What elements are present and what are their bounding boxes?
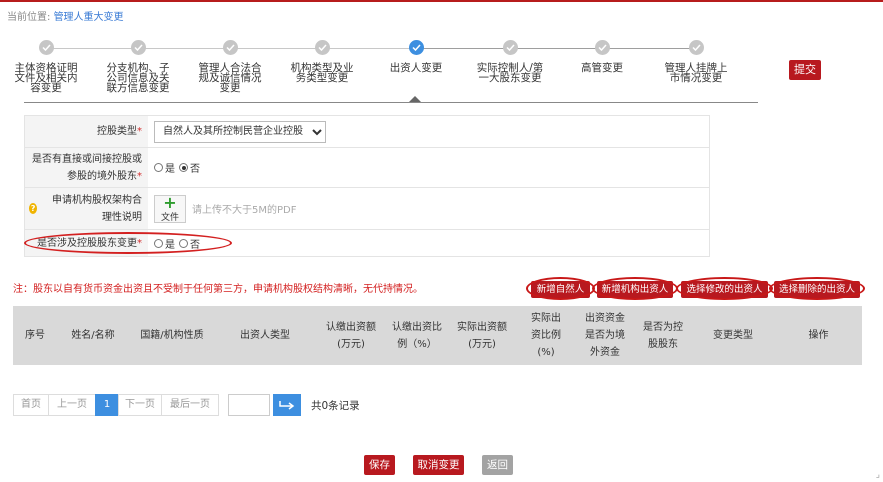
- step-check-icon: [408, 40, 424, 55]
- top-accent-line: [0, 0, 883, 2]
- step-check-icon: [688, 40, 704, 55]
- step-8[interactable]: 管理人挂牌上市情况变更: [650, 40, 742, 83]
- investor-table-header: 序号 姓名/名称 国籍/机构性质 出资人类型 认缴出资额(万元) 认缴出资比例（…: [13, 306, 862, 365]
- first-page-button[interactable]: 首页: [13, 394, 49, 416]
- col-foreign-funds: 出资资金是否为境外资金: [585, 313, 625, 358]
- foreign-shareholder-label: 是否有直接或间接控股或参股的境外股东*: [25, 148, 148, 187]
- pagination: 首页 上一页 1 下一页 最后一页 共0条记录: [13, 394, 360, 416]
- step-check-icon: [222, 40, 238, 55]
- step-7[interactable]: 高管变更: [556, 40, 648, 73]
- highlight-annotation: [592, 277, 678, 300]
- upload-hint: 请上传不大于5M的PDF: [192, 205, 297, 216]
- breadcrumb-current[interactable]: 管理人重大变更: [54, 12, 124, 23]
- file-upload-button[interactable]: + 文件: [154, 192, 186, 223]
- step-check-icon: [314, 40, 330, 55]
- step-1[interactable]: 主体资格证明文件及相关内容变更: [0, 40, 92, 93]
- structure-explain-label: ? 申请机构股权架构合理性说明: [25, 188, 148, 229]
- col-controlling: 是否为控股股东: [643, 321, 683, 350]
- highlight-annotation: [526, 277, 595, 300]
- col-actual-ratio: 实际出资比例(%): [531, 313, 561, 358]
- step-check-icon: [594, 40, 610, 55]
- step-4[interactable]: 机构类型及业务类型变更: [276, 40, 368, 83]
- foreign-shareholder-row: 是否有直接或间接控股或参股的境外股东* 是 否: [25, 148, 709, 188]
- step-label: 机构类型及业务类型变更: [290, 62, 354, 84]
- highlight-annotation: [676, 277, 773, 300]
- col-subscribed-ratio: 认缴出资比例（%）: [392, 321, 442, 350]
- plus-icon: +: [163, 192, 177, 212]
- col-index: 序号: [25, 330, 45, 341]
- save-button[interactable]: 保存: [364, 455, 395, 475]
- structure-explain-row: ? 申请机构股权架构合理性说明 + 文件 请上传不大于5M的PDF: [25, 188, 709, 230]
- highlight-annotation: [24, 232, 232, 254]
- step-check-icon: [502, 40, 518, 55]
- page-jump-input[interactable]: [228, 394, 270, 416]
- highlight-annotation: [769, 277, 865, 300]
- step-label: 高管变更: [581, 62, 623, 74]
- col-name: 姓名/名称: [71, 330, 115, 341]
- control-type-label: 控股类型 *: [25, 116, 148, 147]
- step-2[interactable]: 分支机构、子公司信息及关联方信息变更: [92, 40, 184, 93]
- total-records: 共0条记录: [311, 399, 360, 412]
- prev-page-button[interactable]: 上一页: [48, 394, 96, 416]
- col-subscribed-amount: 认缴出资额(万元): [326, 321, 376, 350]
- foreign-no-radio[interactable]: [179, 163, 188, 172]
- enter-arrow-icon: [279, 401, 295, 410]
- foreign-yes-radio[interactable]: [154, 163, 163, 172]
- control-type-row: 控股类型 * 自然人及其所控制民营企业控股: [25, 116, 709, 148]
- step-label: 分支机构、子公司信息及关联方信息变更: [106, 62, 170, 94]
- last-page-button[interactable]: 最后一页: [161, 394, 219, 416]
- step-label: 主体资格证明文件及相关内容变更: [14, 62, 78, 94]
- step-label: 出资人变更: [389, 62, 443, 74]
- step-label: 管理人合法合规及诚信情况变更: [198, 62, 262, 94]
- page-1-button[interactable]: 1: [95, 394, 119, 416]
- cancel-change-button[interactable]: 取消变更: [413, 455, 464, 475]
- col-investor-type: 出资人类型: [240, 330, 290, 341]
- step-check-icon: [38, 40, 54, 55]
- notice-text: 注：股东以自有货币资金出资且不受制于任何第三方，申请机构股权结构清晰，无代持情况…: [13, 284, 423, 295]
- step-check-icon: [130, 40, 146, 55]
- help-icon[interactable]: ?: [29, 203, 38, 214]
- submit-button[interactable]: 提交: [789, 60, 821, 80]
- col-nationality: 国籍/机构性质: [140, 330, 204, 341]
- resize-handle-icon[interactable]: ⌟: [876, 470, 880, 480]
- col-operation: 操作: [808, 330, 829, 341]
- step-6[interactable]: 实际控制人/第一大股东变更: [464, 40, 556, 83]
- step-5[interactable]: 出资人变更: [370, 40, 462, 73]
- control-type-select[interactable]: 自然人及其所控制民营企业控股: [154, 120, 326, 143]
- steps-divider: [24, 102, 758, 103]
- step-3[interactable]: 管理人合法合规及诚信情况变更: [184, 40, 276, 93]
- step-label: 实际控制人/第一大股东变更: [476, 62, 544, 84]
- back-button[interactable]: 返回: [482, 455, 513, 475]
- page-go-button[interactable]: [273, 394, 301, 416]
- next-page-button[interactable]: 下一页: [118, 394, 162, 416]
- step-label: 管理人挂牌上市情况变更: [664, 62, 728, 84]
- breadcrumb: 当前位置: 管理人重大变更: [7, 8, 124, 23]
- col-actual-amount: 实际出资额(万元): [457, 321, 507, 350]
- breadcrumb-prefix: 当前位置:: [7, 12, 51, 23]
- col-change-type: 变更类型: [713, 330, 753, 341]
